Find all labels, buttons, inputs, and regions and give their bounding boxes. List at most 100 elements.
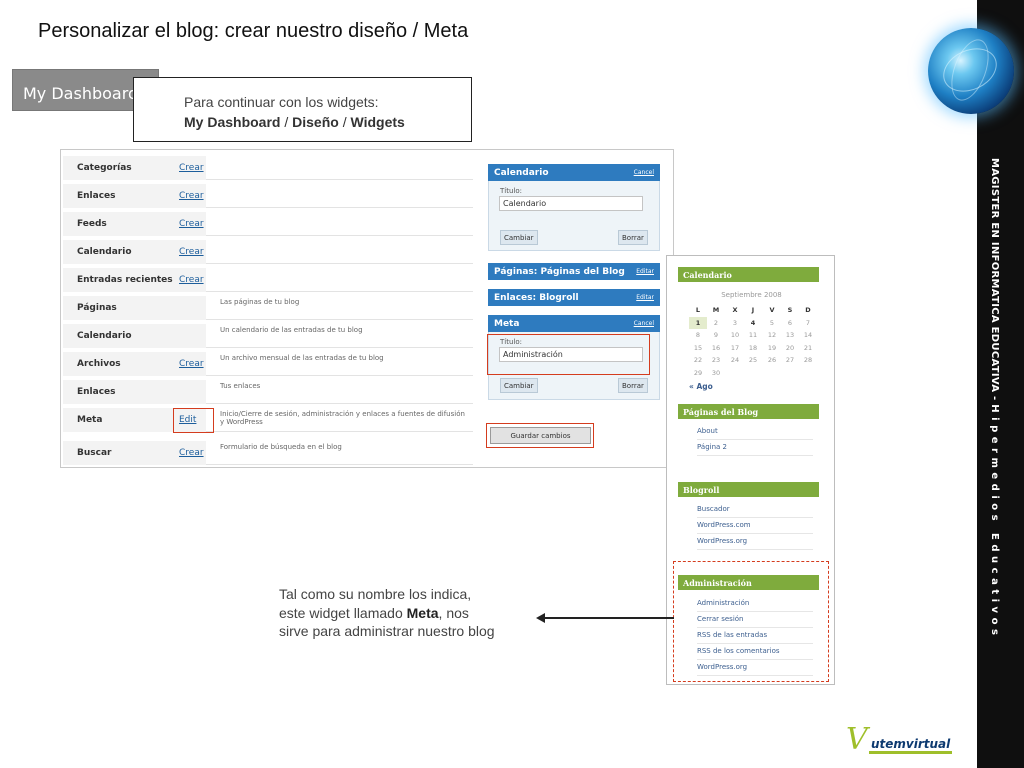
calendar-weekday: L [695, 306, 701, 314]
callout-path: My Dashboard / Diseño / Widgets [184, 114, 405, 130]
calendar-weekday: V [769, 306, 775, 314]
blog-calendar-header: Calendario [678, 267, 819, 282]
widget-link[interactable]: Crear [179, 448, 204, 458]
note-line: sirve para administrar nuestro blog [279, 623, 495, 639]
calendar-day[interactable]: 5 [763, 317, 781, 329]
widget-row: Calendario Crear [63, 240, 473, 264]
calendar-day[interactable]: 22 [689, 354, 707, 366]
widget-row: Calendario Un calendario de las entradas … [63, 324, 473, 348]
calendar-day[interactable]: 6 [781, 317, 799, 329]
widget-link[interactable]: Crear [179, 191, 204, 201]
calendar-day[interactable]: 26 [763, 354, 781, 366]
calendar-day[interactable]: 11 [744, 329, 762, 341]
blogroll-link[interactable]: WordPress.com [697, 518, 813, 534]
widget-desc: Un calendario de las entradas de tu blog [220, 326, 363, 334]
calendar-day[interactable]: 27 [781, 354, 799, 366]
widget-link[interactable]: Crear [179, 219, 204, 229]
calendar-day[interactable]: 14 [799, 329, 817, 341]
meta-cancel-link[interactable]: Cancel [634, 320, 654, 327]
calendar-day[interactable]: 20 [781, 342, 799, 354]
calendar-day[interactable]: 30 [707, 367, 725, 379]
calendar-prev-link[interactable]: « Ago [689, 382, 713, 391]
calendar-day[interactable]: 2 [707, 317, 725, 329]
calendar-change-button[interactable]: Cambiar [500, 230, 538, 245]
arrow-line [544, 617, 674, 619]
calendar-weekday: X [732, 306, 738, 314]
widget-row: Enlaces Crear [63, 184, 473, 208]
links-widget-header[interactable]: Enlaces: Blogroll Editar [488, 289, 660, 306]
note-line: Tal como su nombre los indica, [279, 586, 472, 602]
calendar-day[interactable]: 9 [707, 329, 725, 341]
links-edit-link[interactable]: Editar [636, 294, 654, 301]
calendar-day[interactable]: 18 [744, 342, 762, 354]
widget-row: Archivos Crear Un archivo mensual de las e… [63, 352, 473, 376]
widget-name: Páginas [63, 296, 206, 320]
meta-widget-header[interactable]: Meta Cancel [488, 315, 660, 332]
widget-link[interactable]: Crear [179, 275, 204, 285]
pages-widget-title: Páginas: Páginas del Blog [494, 267, 625, 277]
blog-page-link[interactable]: About [697, 424, 813, 440]
calendar-cancel-link[interactable]: Cancel [634, 169, 654, 176]
widget-row: Páginas Las páginas de tu blog [63, 296, 473, 320]
calendar-day[interactable]: 23 [707, 354, 725, 366]
widget-link[interactable]: Crear [179, 359, 204, 369]
side-caption-program: MAGISTER EN INFORMATICA EDUCATIVA - [989, 158, 1000, 405]
note-text: , nos [438, 604, 469, 621]
widget-link[interactable]: Crear [179, 247, 204, 257]
calendar-day[interactable]: 19 [763, 342, 781, 354]
calendar-day[interactable]: 13 [781, 329, 799, 341]
calendar-day[interactable]: 4 [744, 317, 762, 329]
logo-v-mark: V [846, 722, 868, 757]
pages-widget-header[interactable]: Páginas: Páginas del Blog Editar [488, 263, 660, 280]
admin-widget-highlight [673, 561, 829, 682]
path-dashboard: My Dashboard [184, 114, 281, 130]
arrow-left-icon [536, 613, 545, 623]
slide-title: Personalizar el blog: crear nuestro dise… [38, 20, 469, 42]
widget-desc: Tus enlaces [220, 382, 261, 390]
widget-row-meta: Meta Edit Inicio/Cierre de sesión, adminis… [63, 408, 473, 432]
calendar-day[interactable]: 7 [799, 317, 817, 329]
widget-row: Entradas recientes Crear [63, 268, 473, 292]
calendar-weekday: J [751, 306, 755, 314]
note-line: este widget llamado Meta, nos [279, 604, 495, 623]
widget-link[interactable]: Crear [179, 163, 204, 173]
side-band [977, 0, 1024, 768]
calendar-day[interactable]: 25 [744, 354, 762, 366]
path-widgets: Widgets [350, 114, 405, 130]
calendar-day[interactable]: 15 [689, 342, 707, 354]
calendar-delete-button[interactable]: Borrar [618, 230, 648, 245]
blog-blogroll-header: Blogroll [678, 482, 819, 497]
widgets-panel: Categorías Crear Enlaces Crear Feeds Crear … [60, 149, 674, 468]
calendar-widget-title: Calendario [494, 168, 549, 178]
note-meta-word: Meta [406, 604, 439, 621]
widget-row: Buscar Crear Formulario de búsqueda en el … [63, 441, 473, 465]
calendar-day[interactable]: 10 [726, 329, 744, 341]
calendar-day[interactable]: 16 [707, 342, 725, 354]
calendar-day[interactable]: 24 [726, 354, 744, 366]
blogroll-link[interactable]: WordPress.org [697, 534, 813, 550]
meta-change-button[interactable]: Cambiar [500, 378, 538, 393]
calendar-title-label: Título: [500, 187, 522, 195]
blogroll-link[interactable]: Buscador [697, 502, 813, 518]
meta-title-highlight [487, 334, 650, 375]
blog-page-link[interactable]: Página 2 [697, 440, 813, 456]
edit-highlight [173, 408, 214, 433]
calendar-day[interactable]: 17 [726, 342, 744, 354]
widget-row: Enlaces Tus enlaces [63, 380, 473, 404]
blog-pages-header: Páginas del Blog [678, 404, 819, 419]
pages-edit-link[interactable]: Editar [636, 268, 654, 275]
meta-delete-button[interactable]: Borrar [618, 378, 648, 393]
calendar-day[interactable]: 28 [799, 354, 817, 366]
calendar-day[interactable]: 8 [689, 329, 707, 341]
widget-desc: Un archivo mensual de las entradas de tu… [220, 354, 384, 362]
calendar-day[interactable]: 3 [726, 317, 744, 329]
calendar-day[interactable]: 12 [763, 329, 781, 341]
calendar-day[interactable]: 21 [799, 342, 817, 354]
widget-row: Feeds Crear [63, 212, 473, 236]
widget-row: Categorías Crear [63, 156, 473, 180]
calendar-day[interactable]: 1 [689, 316, 707, 329]
calendar-title-input[interactable]: Calendario [499, 196, 643, 211]
calendar-widget-header[interactable]: Calendario Cancel [488, 164, 660, 181]
calendar-day[interactable]: 29 [689, 367, 707, 379]
side-caption-course: Hipermedios Educativos [989, 404, 1000, 640]
